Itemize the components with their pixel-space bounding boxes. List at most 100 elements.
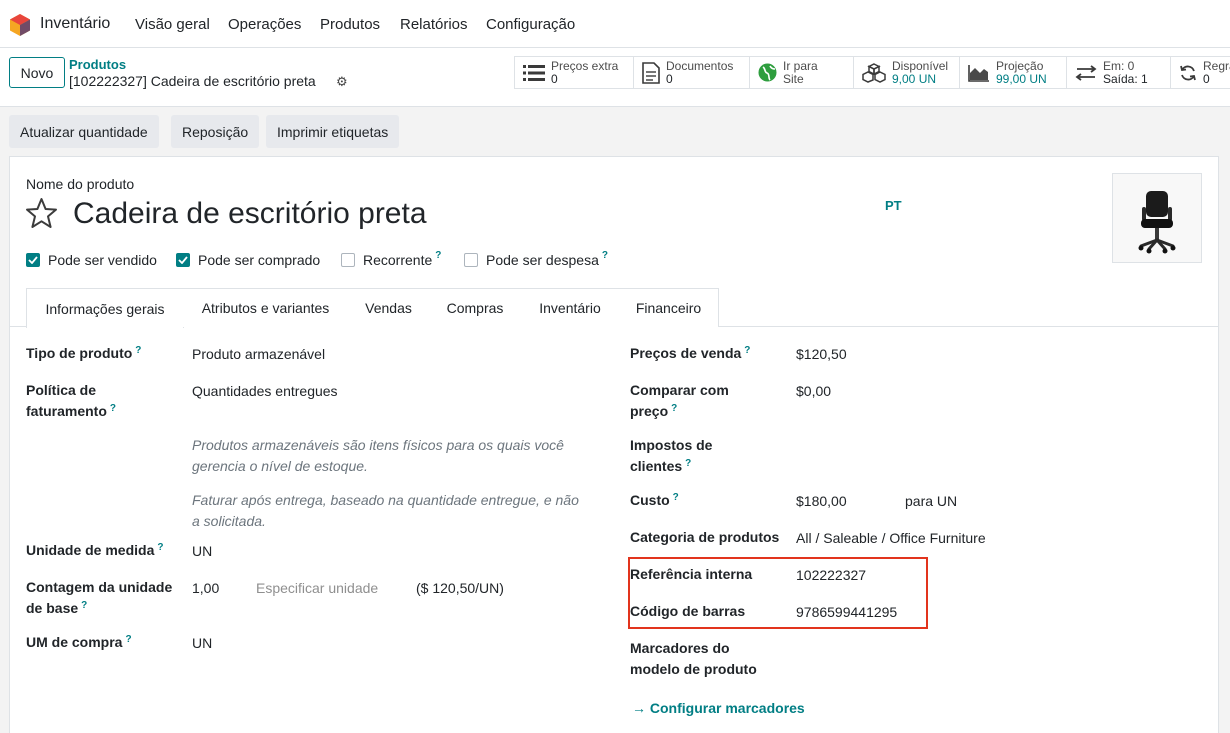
- category-label: Categoria de produtos: [630, 529, 780, 545]
- menu-reports[interactable]: Relatórios: [400, 16, 468, 33]
- help-icon[interactable]: ?: [602, 250, 608, 261]
- product-name[interactable]: Cadeira de escritório preta: [73, 197, 427, 231]
- forecast-value: 99,00 UN: [996, 71, 1047, 86]
- internal-ref-value[interactable]: 102222327: [796, 565, 866, 586]
- menu-products[interactable]: Produtos: [320, 16, 380, 33]
- help-icon[interactable]: ?: [435, 250, 441, 261]
- help-icon[interactable]: ?: [135, 345, 141, 356]
- replenish-button[interactable]: Reposição: [171, 115, 260, 148]
- office-chair-image: [1138, 191, 1176, 254]
- arrow-right-icon: →: [632, 700, 646, 716]
- available-label: Disponível: [892, 58, 949, 73]
- customer-taxes-label: Impostos de clientes?: [630, 437, 713, 474]
- tab-attributes[interactable]: Atributos e variantes: [183, 288, 349, 327]
- help-icon[interactable]: ?: [81, 600, 87, 611]
- checkbox-checked-icon: [176, 253, 190, 267]
- category-value[interactable]: All / Saleable / Office Furniture: [796, 528, 986, 549]
- website-line2: Site: [783, 71, 804, 86]
- rules-button[interactable]: Regra0: [1171, 57, 1230, 88]
- notebook-tabs: Informações gerais Atributos e variantes…: [10, 288, 1218, 328]
- moves-button[interactable]: Em: 0 Saída: 1: [1067, 57, 1171, 88]
- compare-price-value[interactable]: $0,00: [796, 381, 831, 402]
- tab-sales[interactable]: Vendas: [348, 288, 430, 327]
- control-panel: Novo Produtos [102222327] Cadeira de esc…: [0, 48, 1230, 107]
- uom-label: Unidade de medida?: [26, 542, 164, 558]
- print-labels-button[interactable]: Imprimir etiquetas: [266, 115, 400, 148]
- checkbox-empty-icon: [341, 253, 355, 267]
- language-button[interactable]: PT: [885, 198, 902, 213]
- help-icon[interactable]: ?: [673, 492, 679, 503]
- barcode-label: Código de barras: [630, 603, 746, 619]
- extra-prices-value: 0: [551, 71, 558, 86]
- menu-overview[interactable]: Visão geral: [135, 16, 210, 33]
- cost-label: Custo?: [630, 492, 679, 508]
- rules-value: 0: [1203, 71, 1210, 86]
- product-image[interactable]: [1112, 173, 1202, 263]
- invoice-policy-label: Política de faturamento?: [26, 382, 117, 419]
- compare-price-label: Comparar com preço?: [630, 382, 729, 419]
- new-button[interactable]: Novo: [9, 57, 65, 88]
- help-icon[interactable]: ?: [125, 634, 131, 645]
- tab-general-info[interactable]: Informações gerais: [26, 288, 184, 328]
- specify-unit-input[interactable]: Especificar unidade: [256, 578, 378, 599]
- extra-prices-button[interactable]: Preços extra 0: [515, 57, 634, 88]
- product-type-label: Tipo de produto?: [26, 345, 142, 361]
- gear-icon[interactable]: ⚙: [336, 74, 348, 90]
- expense-label: Pode ser despesa: [486, 252, 599, 268]
- unit-price: ($ 120,50/UN): [416, 580, 504, 596]
- available-value: 9,00 UN: [892, 71, 937, 86]
- area-chart-icon: [968, 64, 989, 82]
- expense-checkbox[interactable]: Pode ser despesa ?: [464, 250, 608, 268]
- refresh-icon: [1180, 65, 1196, 80]
- product-form: Nome do produto Cadeira de escritório pr…: [9, 156, 1219, 733]
- help-icon[interactable]: ?: [685, 458, 691, 469]
- product-type-help: Produtos armazenáveis são itens físicos …: [192, 437, 564, 474]
- app-name[interactable]: Inventário: [40, 15, 110, 33]
- help-icon[interactable]: ?: [157, 542, 163, 553]
- can-sell-label: Pode ser vendido: [48, 252, 157, 268]
- extra-prices-label: Preços extra: [551, 58, 619, 73]
- help-icon[interactable]: ?: [671, 403, 677, 414]
- can-buy-checkbox[interactable]: Pode ser comprado: [176, 252, 320, 268]
- available-button[interactable]: Disponível 9,00 UN: [854, 57, 960, 88]
- barcode-value[interactable]: 9786599441295: [796, 602, 897, 623]
- rules-label: Regra: [1203, 58, 1230, 73]
- product-tags-label: Marcadores do modelo de produto: [630, 640, 757, 677]
- tab-purchase[interactable]: Compras: [429, 288, 522, 327]
- configure-tags-link[interactable]: → Configurar marcadores: [632, 700, 805, 716]
- uom-value[interactable]: UN: [192, 541, 212, 562]
- invoice-policy-value[interactable]: Quantidades entregues: [192, 381, 338, 402]
- cost-value[interactable]: $180,00: [796, 491, 847, 512]
- sales-price-value[interactable]: $120,50: [796, 344, 847, 365]
- website-button[interactable]: Ir para Site: [750, 57, 854, 88]
- cubes-icon: [862, 62, 886, 83]
- update-quantity-button[interactable]: Atualizar quantidade: [9, 115, 159, 148]
- purchase-uom-value[interactable]: UN: [192, 633, 212, 654]
- menu-operations[interactable]: Operações: [228, 16, 301, 33]
- documents-button[interactable]: Documentos 0: [634, 57, 750, 88]
- breadcrumb-products[interactable]: Produtos: [69, 57, 126, 72]
- help-icon[interactable]: ?: [110, 403, 116, 414]
- documents-value: 0: [666, 71, 673, 86]
- tab-accounting[interactable]: Financeiro: [619, 288, 719, 327]
- checkbox-empty-icon: [464, 253, 478, 267]
- inventory-app-icon[interactable]: [10, 14, 30, 36]
- recurring-label: Recorrente: [363, 252, 433, 268]
- forecast-label: Projeção: [996, 58, 1044, 73]
- help-icon[interactable]: ?: [744, 345, 750, 356]
- menu-configuration[interactable]: Configuração: [486, 16, 575, 33]
- tab-inventory[interactable]: Inventário: [521, 288, 620, 327]
- can-sell-checkbox[interactable]: Pode ser vendido: [26, 252, 157, 268]
- documents-label: Documentos: [666, 58, 734, 73]
- product-type-value[interactable]: Produto armazenável: [192, 344, 325, 365]
- recurring-checkbox[interactable]: Recorrente ?: [341, 250, 441, 268]
- globe-icon: [758, 63, 777, 82]
- moves-out: Saída: 1: [1103, 71, 1148, 86]
- internal-ref-label: Referência interna: [630, 566, 753, 582]
- website-line1: Ir para: [783, 58, 818, 73]
- cost-unit: para UN: [905, 493, 958, 509]
- star-icon[interactable]: [25, 197, 58, 229]
- checkbox-checked-icon: [26, 253, 40, 267]
- forecast-button[interactable]: Projeção 99,00 UN: [960, 57, 1067, 88]
- uom-count-value[interactable]: 1,00: [192, 578, 219, 599]
